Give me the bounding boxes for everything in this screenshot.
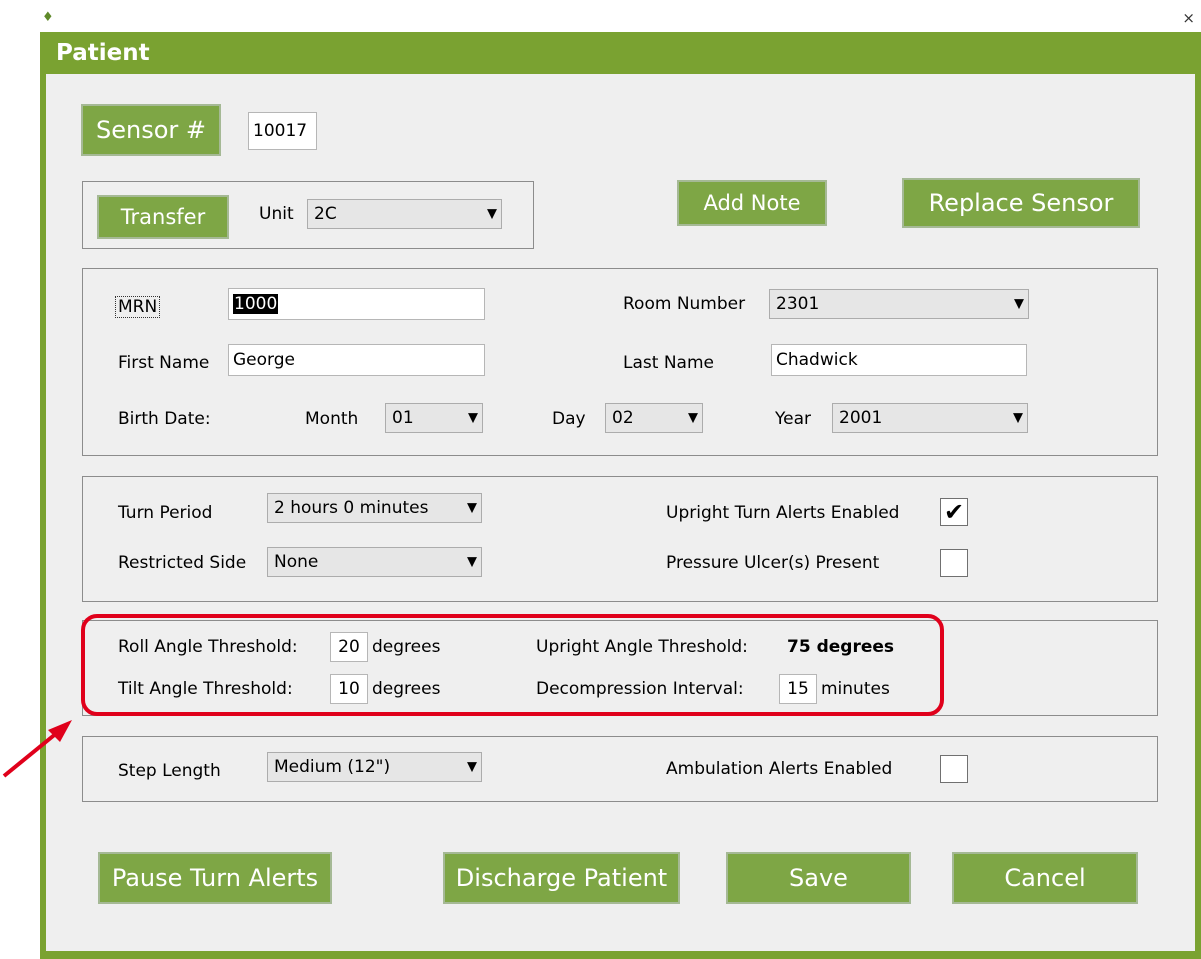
chevron-down-icon: ▼ [1013, 410, 1023, 426]
month-value: 01 [392, 408, 414, 428]
first-name-field[interactable]: George [228, 344, 485, 376]
turn-period-value: 2 hours 0 minutes [274, 498, 429, 518]
step-length-value: Medium (12") [274, 757, 391, 777]
unit-value: 2C [314, 204, 337, 224]
birth-date-label: Birth Date: [118, 409, 211, 429]
transfer-button[interactable]: Transfer [97, 195, 229, 239]
save-button[interactable]: Save [726, 852, 911, 904]
day-label: Day [552, 409, 586, 429]
year-label: Year [775, 409, 811, 429]
month-dropdown[interactable]: 01 ▼ [385, 403, 483, 433]
unit-label: Unit [259, 204, 294, 224]
checkmark-icon: ✔ [943, 498, 965, 526]
day-value: 02 [612, 408, 634, 428]
chevron-down-icon: ▼ [468, 410, 478, 426]
sensor-button[interactable]: Sensor # [81, 104, 221, 156]
ambulation-alerts-label: Ambulation Alerts Enabled [666, 759, 893, 779]
turn-period-dropdown[interactable]: 2 hours 0 minutes ▼ [267, 493, 482, 523]
mrn-field[interactable]: 1000 [228, 288, 485, 320]
year-value: 2001 [839, 408, 883, 428]
upright-turn-alerts-checkbox[interactable]: ✔ [940, 498, 968, 526]
first-name-label: First Name [118, 353, 210, 373]
restricted-side-label: Restricted Side [118, 553, 247, 573]
chevron-down-icon: ▼ [487, 206, 497, 222]
discharge-patient-button[interactable]: Discharge Patient [443, 852, 680, 904]
chevron-down-icon: ▼ [467, 554, 477, 570]
turn-settings-panel [82, 476, 1158, 602]
chevron-down-icon: ▼ [467, 759, 477, 775]
chevron-down-icon: ▼ [1014, 296, 1024, 312]
ambulation-alerts-checkbox[interactable] [940, 755, 968, 783]
pressure-ulcer-label: Pressure Ulcer(s) Present [666, 553, 880, 573]
step-length-label: Step Length [118, 761, 221, 781]
month-label: Month [305, 409, 359, 429]
last-name-field[interactable]: Chadwick [771, 344, 1027, 376]
cancel-button[interactable]: Cancel [952, 852, 1138, 904]
year-dropdown[interactable]: 2001 ▼ [832, 403, 1028, 433]
window-titlebar: ♦ × [40, 8, 1201, 32]
leaf-icon: ♦ [42, 10, 54, 25]
chevron-down-icon: ▼ [688, 410, 698, 426]
upright-turn-alerts-label: Upright Turn Alerts Enabled [666, 503, 900, 523]
chevron-down-icon: ▼ [467, 500, 477, 516]
step-length-dropdown[interactable]: Medium (12") ▼ [267, 752, 482, 782]
turn-period-label: Turn Period [118, 503, 213, 523]
page-title: Patient [56, 40, 150, 66]
pressure-ulcer-checkbox[interactable] [940, 549, 968, 577]
restricted-side-dropdown[interactable]: None ▼ [267, 547, 482, 577]
day-dropdown[interactable]: 02 ▼ [605, 403, 703, 433]
mrn-label: MRN [115, 296, 161, 318]
highlight-rectangle [81, 614, 944, 716]
close-icon[interactable]: × [1182, 10, 1195, 26]
arrow-icon [2, 720, 72, 778]
ambulation-panel [82, 736, 1158, 802]
unit-dropdown[interactable]: 2C ▼ [307, 199, 502, 229]
room-number-label: Room Number [623, 294, 746, 314]
mrn-value: 1000 [233, 294, 279, 314]
restricted-side-value: None [274, 552, 319, 572]
room-number-dropdown[interactable]: 2301 ▼ [769, 289, 1029, 319]
last-name-label: Last Name [623, 353, 714, 373]
add-note-button[interactable]: Add Note [677, 180, 827, 226]
replace-sensor-button[interactable]: Replace Sensor [902, 178, 1140, 228]
room-number-value: 2301 [776, 294, 820, 314]
pause-turn-alerts-button[interactable]: Pause Turn Alerts [98, 852, 332, 904]
sensor-number-field[interactable]: 10017 [248, 112, 317, 150]
